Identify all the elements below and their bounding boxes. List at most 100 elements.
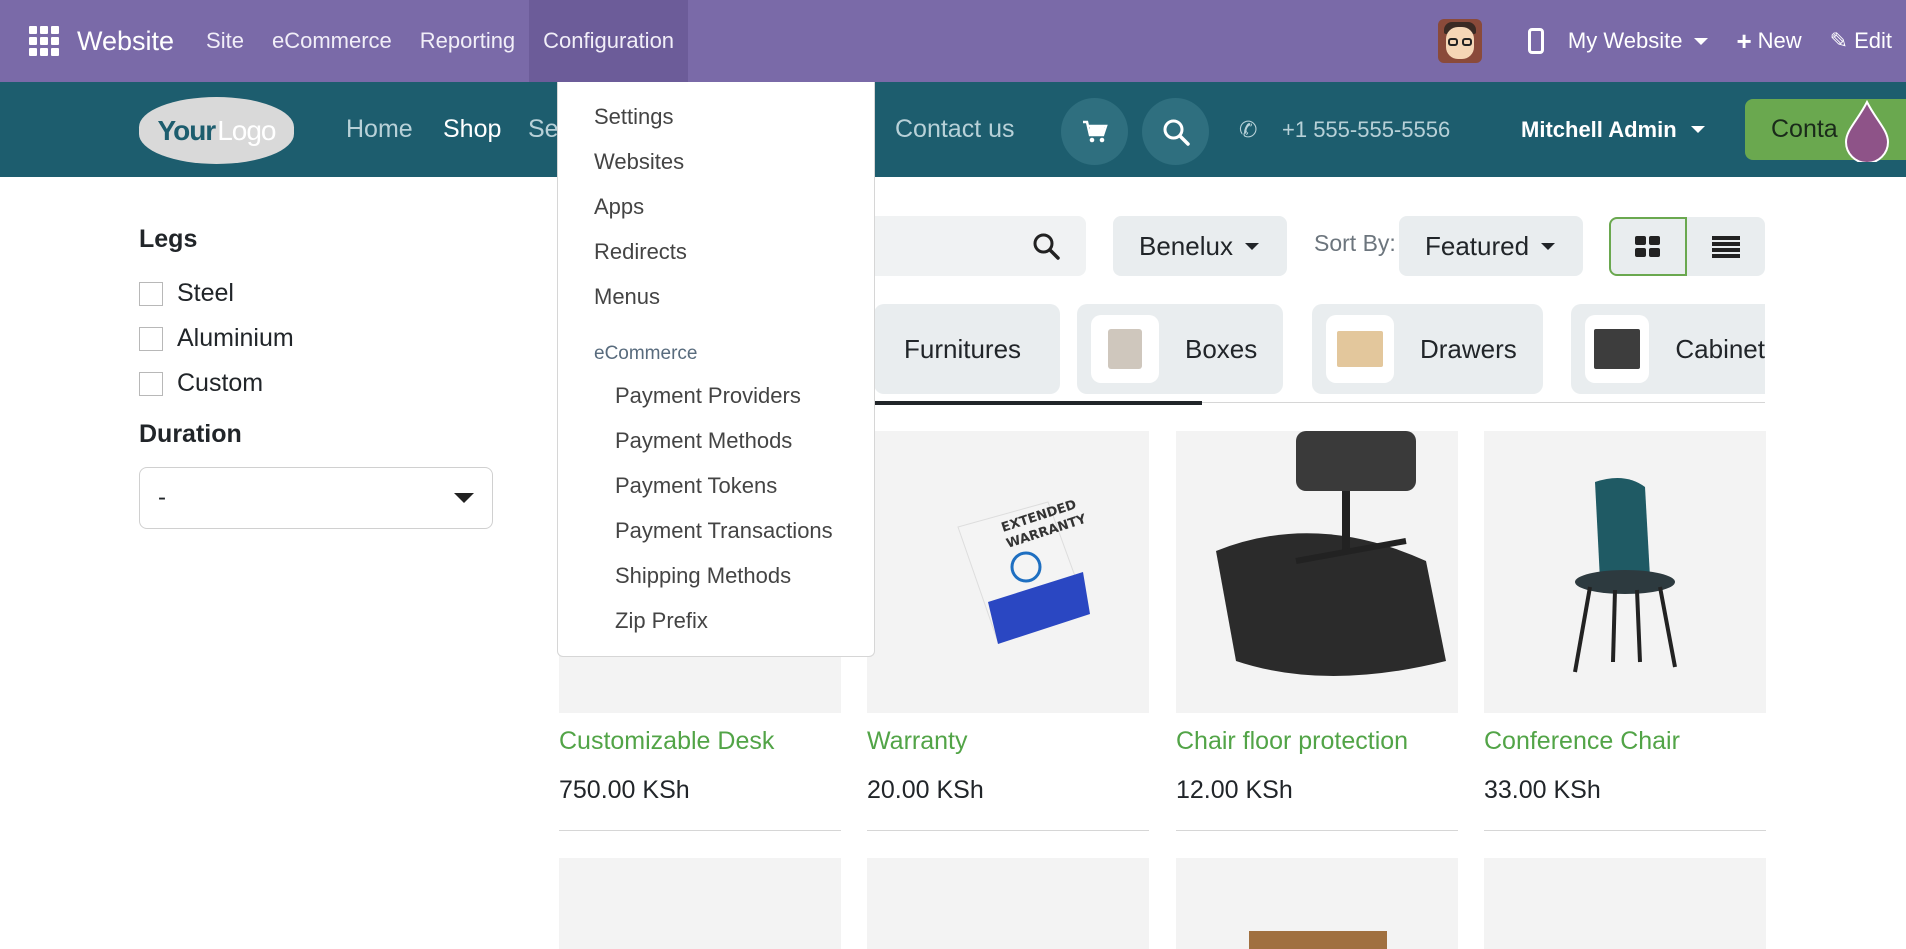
product-price: 20.00 KSh [867,776,984,804]
menu-item-redirects[interactable]: Redirects [594,239,687,265]
mobile-preview-icon[interactable] [1527,28,1544,54]
menu-item-settings[interactable]: Settings [594,104,674,130]
edit-button[interactable]: ✎ Edit [1830,28,1892,54]
pricelist-value: Benelux [1139,230,1233,261]
site-logo[interactable]: Your Logo [139,97,294,164]
sort-by-label: Sort By: [1314,230,1396,256]
product-price: 750.00 KSh [559,776,690,804]
phone-number[interactable]: +1 555-555-5556 [1282,82,1450,177]
nav-contact-us[interactable]: Contact us [895,82,1015,177]
chevron-down-icon [1541,242,1556,250]
chevron-down-icon [454,493,474,503]
filter-custom[interactable]: Custom [139,369,499,398]
menu-item-payment-providers[interactable]: Payment Providers [615,383,801,409]
category-thumbnail [1585,315,1650,383]
chair-mat-image [1216,431,1446,676]
sort-dropdown[interactable]: Featured [1399,216,1583,276]
category-drawers[interactable]: Drawers [1312,304,1543,394]
new-button[interactable]: + New [1736,26,1801,57]
sort-value: Featured [1425,230,1530,261]
new-button-label: New [1757,28,1802,53]
filter-aluminium[interactable]: Aluminium [139,324,499,353]
list-icon [1712,235,1740,258]
category-label: Boxes [1185,333,1258,364]
product-image-conference-chair[interactable] [1484,431,1766,713]
category-thumbnail [1326,315,1394,383]
website-switcher[interactable]: My Website [1568,28,1709,54]
logo-text-your: Your [157,114,217,146]
menu-item-payment-tokens[interactable]: Payment Tokens [615,473,777,499]
product-name[interactable]: Warranty [867,727,967,756]
product-image[interactable] [1484,858,1766,949]
filters-sidebar: Legs Steel Aluminium Custom Duration - [139,225,499,529]
product-image-warranty[interactable]: EXTENDED WARRANTY [867,431,1149,713]
warranty-box-image: EXTENDED WARRANTY [957,497,1090,644]
menu-item-websites[interactable]: Websites [594,149,684,175]
grid-view-button[interactable] [1609,217,1687,276]
nav-services[interactable]: Se [528,82,559,177]
menu-configuration[interactable]: Configuration [529,0,689,82]
checkbox[interactable] [139,281,163,306]
category-boxes[interactable]: Boxes [1077,304,1283,394]
menu-site[interactable]: Site [192,0,258,82]
search-button[interactable] [1142,98,1209,165]
list-view-button[interactable] [1687,217,1765,276]
product-image-chair-mat[interactable] [1176,431,1458,713]
menu-item-menus[interactable]: Menus [594,284,660,310]
grid-icon [1635,235,1660,257]
user-menu[interactable]: Mitchell Admin [1521,82,1705,177]
configuration-dropdown: Settings Websites Apps Redirects Menus e… [557,82,875,657]
product-price: 33.00 KSh [1484,776,1601,804]
duration-value: - [158,484,166,511]
logo-text-logo: Logo [217,114,276,146]
phone-icon: ✆ [1239,116,1258,142]
menu-item-zip-prefix[interactable]: Zip Prefix [615,608,708,634]
category-label: Drawers [1420,333,1517,364]
filter-label: Aluminium [177,324,294,352]
checkbox[interactable] [139,371,163,396]
search-icon[interactable] [1032,232,1060,260]
product-image[interactable] [1176,858,1458,949]
product-price: 12.00 KSh [1176,776,1293,804]
category-thumbnail [1091,315,1159,383]
cart-button[interactable] [1061,98,1128,165]
search-icon [1163,119,1190,146]
nav-home[interactable]: Home [346,82,413,177]
apps-menu-icon[interactable] [29,26,59,56]
website-header: Your Logo Home Shop Se Contact us ✆ +1 55… [0,82,1906,177]
menu-item-payment-methods[interactable]: Payment Methods [615,428,792,454]
menu-item-apps[interactable]: Apps [594,194,644,220]
cart-icon [1082,120,1108,142]
nav-shop[interactable]: Shop [443,82,501,177]
menu-item-payment-transactions[interactable]: Payment Transactions [615,518,833,544]
category-label: Cabinet [1675,333,1765,364]
menu-reporting[interactable]: Reporting [406,0,529,82]
conference-chair-image [1573,478,1677,673]
theme-drop-icon[interactable] [1842,100,1892,162]
chevron-down-icon [1690,126,1705,133]
card-divider [867,830,1149,831]
product-name[interactable]: Conference Chair [1484,727,1680,756]
filter-label: Steel [177,279,234,307]
card-divider [559,830,841,831]
chevron-down-icon [1244,242,1259,250]
category-furnitures[interactable]: Furnitures [874,304,1060,394]
menu-ecommerce[interactable]: eCommerce [258,0,406,82]
product-image[interactable] [867,858,1149,949]
menu-item-shipping-methods[interactable]: Shipping Methods [615,563,791,589]
website-switcher-label: My Website [1567,28,1683,53]
product-image[interactable] [559,858,841,949]
categories-active-indicator [874,401,1202,405]
category-cabinets[interactable]: Cabinet [1571,304,1765,394]
duration-select[interactable]: - [139,467,493,529]
product-name[interactable]: Customizable Desk [559,727,774,756]
card-divider [1176,830,1458,831]
checkbox[interactable] [139,326,163,351]
user-avatar[interactable] [1437,19,1482,63]
menu-section-ecommerce: eCommerce [594,343,698,364]
filter-steel[interactable]: Steel [139,279,499,308]
pricelist-dropdown[interactable]: Benelux [1113,216,1287,276]
product-name[interactable]: Chair floor protection [1176,727,1408,756]
chevron-down-icon [1694,37,1709,45]
app-brand[interactable]: Website [77,26,174,57]
